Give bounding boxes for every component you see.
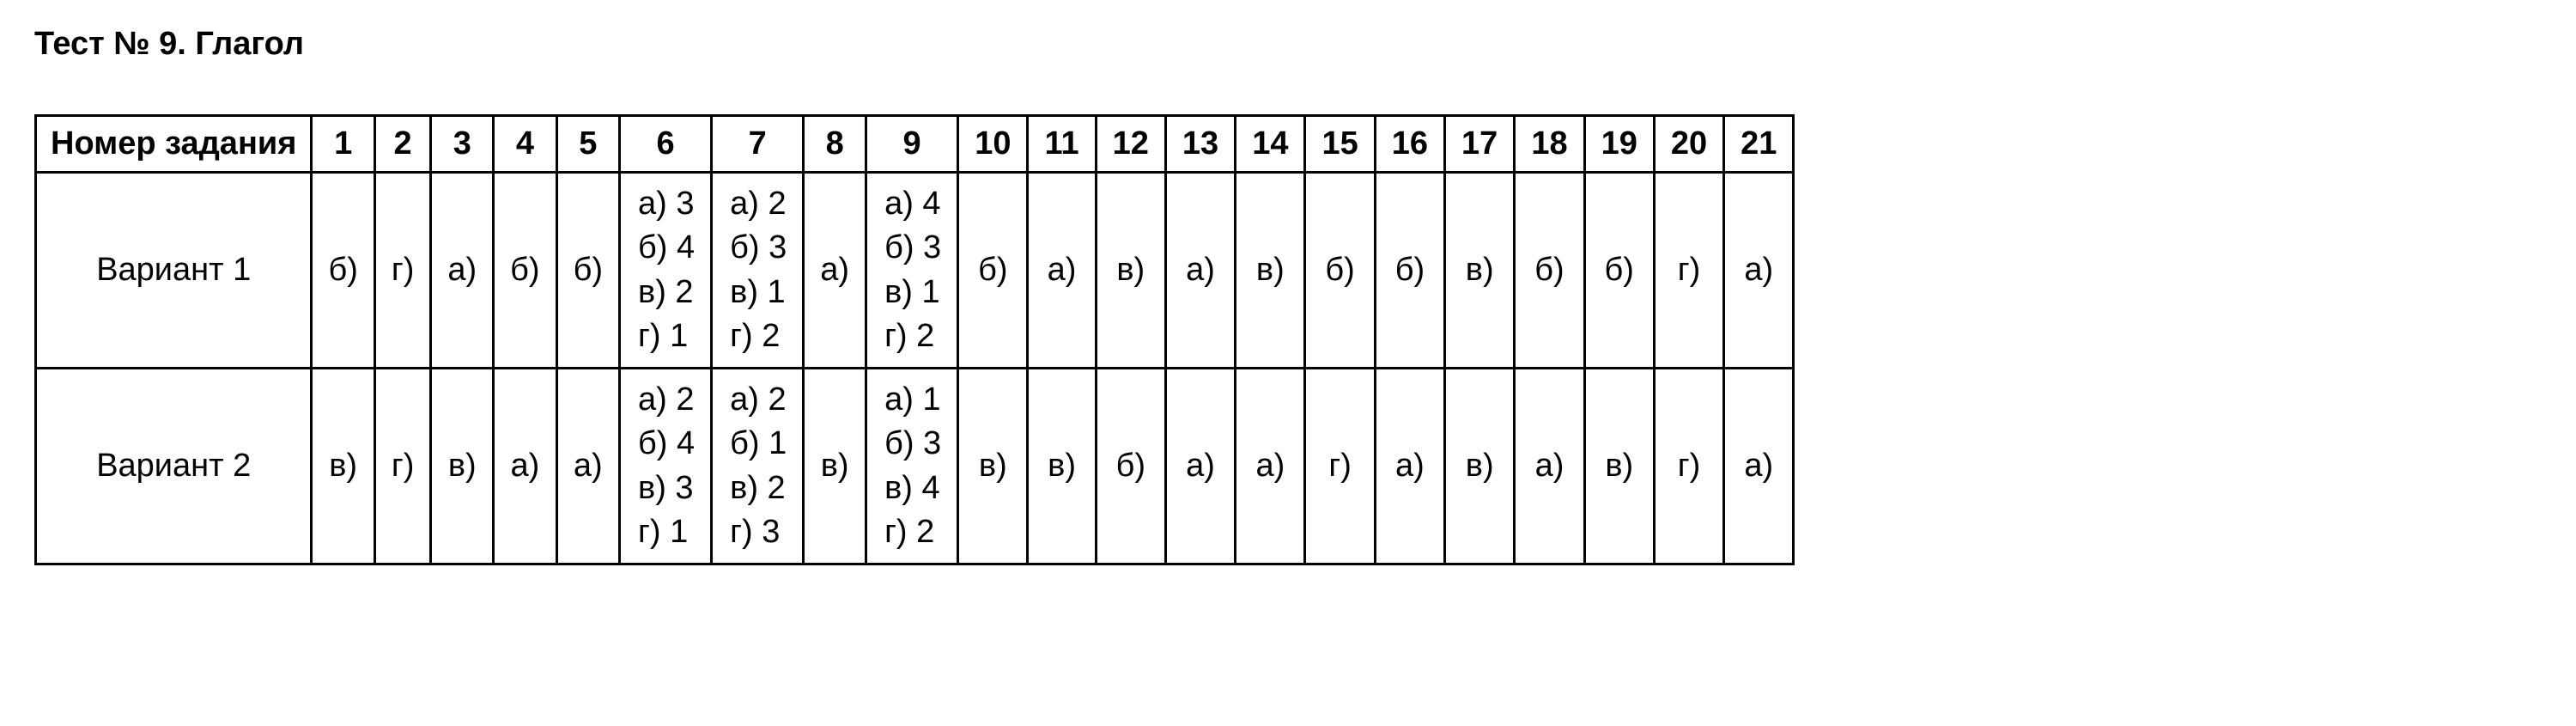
column-header: 1 (312, 116, 374, 173)
answer-cell: а) (804, 173, 866, 369)
answer-cell: а) (1028, 173, 1096, 369)
answer-line: а) 4 (884, 182, 941, 226)
answer-cell: г) (1654, 173, 1723, 369)
answer-cell: а) 1б) 3в) 4г) 2 (866, 369, 958, 564)
answer-cell: а) (1236, 369, 1305, 564)
answer-cell: б) (1305, 173, 1375, 369)
answer-cell: а) (431, 173, 494, 369)
table-row: Вариант 2в)г)в)а)а)а) 2б) 4в) 3г) 1а) 2б… (36, 369, 1794, 564)
answer-cell: б) (312, 173, 374, 369)
answer-cell: а) (1375, 369, 1444, 564)
answer-line: а) 3 (638, 182, 695, 226)
header-label-cell: Номер задания (36, 116, 312, 173)
answer-cell: г) (1654, 369, 1723, 564)
column-header: 13 (1165, 116, 1235, 173)
answer-cell: в) (1445, 173, 1515, 369)
answer-cell: а) (1724, 369, 1794, 564)
answer-cell: в) (958, 369, 1028, 564)
answer-line: г) 3 (730, 510, 787, 554)
answer-line: в) 1 (884, 271, 941, 314)
answer-line: г) 2 (730, 314, 787, 358)
answer-cell: а) 2б) 3в) 1г) 2 (712, 173, 804, 369)
answer-line: а) 1 (884, 378, 941, 422)
answer-cell: б) (1375, 173, 1444, 369)
answer-cell: а) (1165, 173, 1235, 369)
column-header: 6 (620, 116, 712, 173)
answer-cell: в) (804, 369, 866, 564)
answer-line: в) 4 (884, 467, 941, 510)
answer-cell: б) (1584, 173, 1654, 369)
column-header: 5 (556, 116, 619, 173)
answer-cell: в) (431, 369, 494, 564)
answer-line: в) 3 (638, 467, 695, 510)
column-header: 7 (712, 116, 804, 173)
answer-cell: б) (494, 173, 556, 369)
answer-cell: г) (1305, 369, 1375, 564)
answer-line: в) 1 (730, 271, 787, 314)
column-header: 15 (1305, 116, 1375, 173)
answer-cell: а) (1515, 369, 1584, 564)
answer-cell: а) 3б) 4в) 2г) 1 (620, 173, 712, 369)
answer-cell: б) (1096, 369, 1165, 564)
column-header: 3 (431, 116, 494, 173)
column-header: 18 (1515, 116, 1584, 173)
answer-line: г) 1 (638, 510, 695, 554)
column-header: 11 (1028, 116, 1096, 173)
answer-cell: г) (374, 173, 431, 369)
answer-table: Номер задания 12345678910111213141516171… (34, 114, 1795, 565)
column-header: 8 (804, 116, 866, 173)
answer-line: г) 1 (638, 314, 695, 358)
column-header: 10 (958, 116, 1028, 173)
answer-cell: в) (1096, 173, 1165, 369)
answer-cell: в) (312, 369, 374, 564)
answer-line: б) 4 (638, 226, 695, 270)
column-header: 2 (374, 116, 431, 173)
answer-cell: б) (958, 173, 1028, 369)
answer-line: г) 2 (884, 314, 941, 358)
answer-cell: а) 2б) 4в) 3г) 1 (620, 369, 712, 564)
answer-cell: б) (556, 173, 619, 369)
answer-line: б) 3 (884, 226, 941, 270)
answer-line: б) 1 (730, 422, 787, 466)
answer-cell: а) (1724, 173, 1794, 369)
answer-cell: в) (1584, 369, 1654, 564)
answer-cell: а) (556, 369, 619, 564)
page-title: Тест № 9. Глагол (34, 26, 2542, 63)
column-header: 4 (494, 116, 556, 173)
answer-cell: б) (1515, 173, 1584, 369)
answer-line: а) 2 (730, 182, 787, 226)
row-label: Вариант 1 (36, 173, 312, 369)
table-row: Вариант 1б)г)а)б)б)а) 3б) 4в) 2г) 1а) 2б… (36, 173, 1794, 369)
answer-cell: в) (1445, 369, 1515, 564)
answer-cell: в) (1236, 173, 1305, 369)
answer-line: б) 3 (884, 422, 941, 466)
answer-line: б) 3 (730, 226, 787, 270)
answer-cell: а) (494, 369, 556, 564)
column-header: 21 (1724, 116, 1794, 173)
answer-cell: в) (1028, 369, 1096, 564)
answer-line: б) 4 (638, 422, 695, 466)
column-header: 17 (1445, 116, 1515, 173)
table-body: Вариант 1б)г)а)б)б)а) 3б) 4в) 2г) 1а) 2б… (36, 173, 1794, 564)
column-header: 20 (1654, 116, 1723, 173)
answer-cell: а) 2б) 1в) 2г) 3 (712, 369, 804, 564)
answer-cell: а) 4б) 3в) 1г) 2 (866, 173, 958, 369)
answer-line: в) 2 (730, 467, 787, 510)
answer-line: а) 2 (638, 378, 695, 422)
answer-cell: г) (374, 369, 431, 564)
column-header: 9 (866, 116, 958, 173)
column-header: 16 (1375, 116, 1444, 173)
column-header: 12 (1096, 116, 1165, 173)
column-header: 19 (1584, 116, 1654, 173)
answer-cell: а) (1165, 369, 1235, 564)
row-label: Вариант 2 (36, 369, 312, 564)
answer-line: в) 2 (638, 271, 695, 314)
column-header: 14 (1236, 116, 1305, 173)
answer-line: г) 2 (884, 510, 941, 554)
table-header-row: Номер задания 12345678910111213141516171… (36, 116, 1794, 173)
answer-line: а) 2 (730, 378, 787, 422)
